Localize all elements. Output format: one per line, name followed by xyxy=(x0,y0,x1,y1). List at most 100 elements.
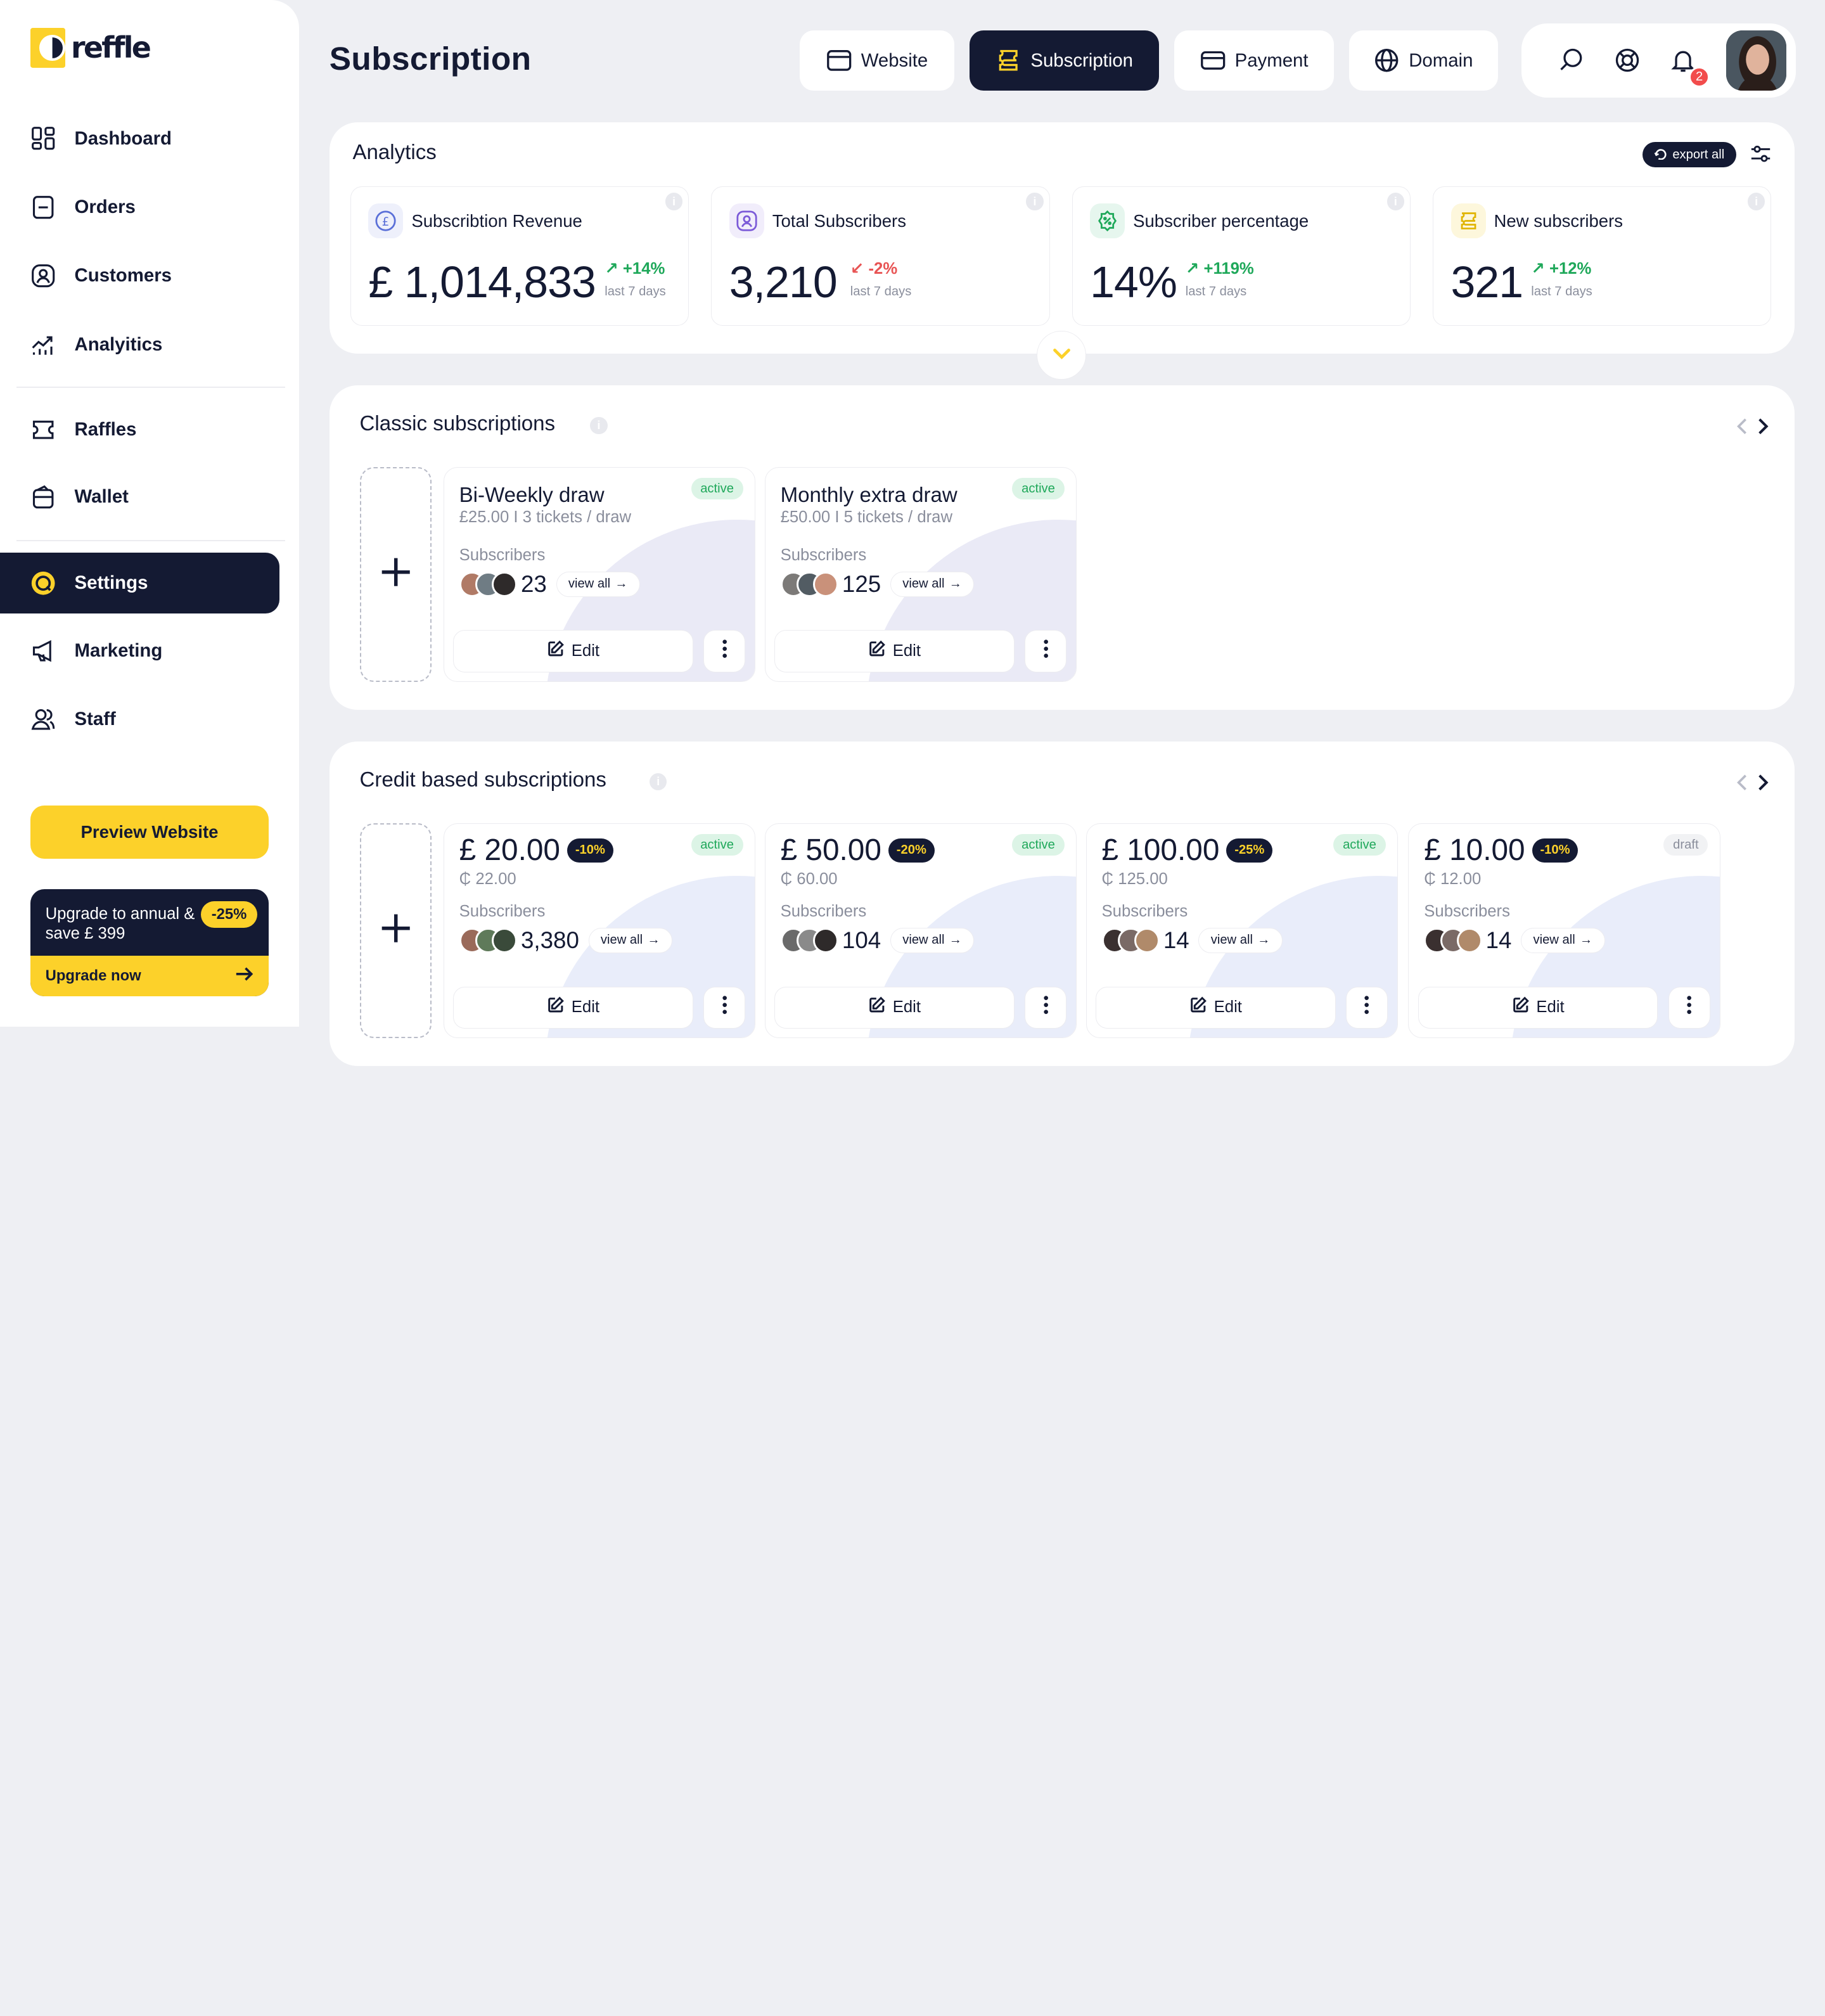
view-all-button[interactable]: view all → xyxy=(1198,928,1283,953)
upgrade-discount-badge: -25% xyxy=(201,901,257,928)
avatar xyxy=(813,571,839,598)
sidebar-item-orders[interactable]: Orders xyxy=(0,177,279,238)
more-options-button[interactable] xyxy=(1346,986,1388,1029)
staff-icon xyxy=(30,707,56,732)
classic-subscriptions-panel: Classic subscriptions i active Bi-Weekly… xyxy=(329,385,1795,710)
info-icon[interactable]: i xyxy=(590,416,608,435)
info-icon[interactable]: i xyxy=(1026,193,1044,210)
edit-label: Edit xyxy=(892,998,921,1017)
search-icon[interactable] xyxy=(1558,46,1585,74)
info-icon[interactable]: i xyxy=(649,773,667,791)
price-value: £ 10.00 xyxy=(1424,833,1525,868)
tab-label: Subscription xyxy=(1030,49,1134,71)
more-options-button[interactable] xyxy=(1025,630,1067,672)
export-all-button[interactable]: export all xyxy=(1642,142,1736,168)
sidebar-item-label: Settings xyxy=(74,572,148,594)
tab-subscription[interactable]: Subscription xyxy=(969,30,1160,91)
discount-badge: -25% xyxy=(1226,838,1273,863)
filter-icon[interactable] xyxy=(1750,144,1771,168)
view-all-button[interactable]: view all → xyxy=(1521,928,1605,953)
price-value: £ 50.00 xyxy=(780,833,881,868)
status-badge: active xyxy=(691,478,743,500)
edit-button[interactable]: Edit xyxy=(774,986,1015,1029)
edit-icon xyxy=(868,640,886,662)
collapse-analytics-button[interactable] xyxy=(1037,330,1086,380)
add-subscription-button[interactable] xyxy=(359,466,432,683)
arrow-right-icon: → xyxy=(1580,933,1593,947)
window-icon xyxy=(826,49,852,72)
price: £ 50.00 -20% xyxy=(781,833,935,868)
chevron-left-icon[interactable] xyxy=(1736,417,1748,440)
more-options-button[interactable] xyxy=(1025,986,1067,1029)
arrow-right-icon: → xyxy=(949,933,962,947)
sidebar-item-staff[interactable]: Staff xyxy=(0,689,279,750)
stat-card-revenue: £ Subscribtion Revenue i £ 1,014,833 ↗ +… xyxy=(350,186,689,326)
sidebar-item-settings[interactable]: Settings xyxy=(0,553,279,613)
subscribers-count: 125 xyxy=(842,570,881,597)
add-credit-subscription-button[interactable] xyxy=(359,823,432,1039)
status-badge: active xyxy=(1333,834,1386,856)
info-icon[interactable]: i xyxy=(1386,193,1405,210)
more-vertical-icon xyxy=(1687,996,1692,1019)
stat-change: ↗ +14% xyxy=(605,259,665,278)
edit-button[interactable]: Edit xyxy=(1096,986,1336,1029)
view-all-button[interactable]: view all → xyxy=(890,928,975,953)
logo-mark-icon xyxy=(30,28,65,68)
info-icon[interactable]: i xyxy=(665,193,683,210)
more-vertical-icon xyxy=(722,996,727,1019)
view-all-button[interactable]: view all → xyxy=(556,572,640,597)
stat-change-value: +119% xyxy=(1203,259,1254,278)
sidebar-item-customers[interactable]: Customers xyxy=(0,246,279,307)
notification-count-badge: 2 xyxy=(1689,66,1710,87)
chevron-right-icon[interactable] xyxy=(1757,773,1769,797)
user-avatar[interactable] xyxy=(1726,30,1787,91)
sidebar-item-wallet[interactable]: Wallet xyxy=(0,467,279,528)
more-options-button[interactable] xyxy=(703,630,746,672)
more-options-button[interactable] xyxy=(703,986,746,1029)
chevron-right-icon[interactable] xyxy=(1757,417,1769,440)
view-all-button[interactable]: view all → xyxy=(588,928,673,953)
arrow-right-icon: → xyxy=(1257,933,1271,947)
support-icon[interactable] xyxy=(1613,46,1641,74)
price-value: £ 100.00 xyxy=(1101,833,1220,868)
sidebar-item-analytics[interactable]: Analyitics xyxy=(0,314,279,375)
more-vertical-icon xyxy=(1043,639,1048,663)
more-vertical-icon xyxy=(1364,996,1369,1019)
edit-button[interactable]: Edit xyxy=(774,630,1015,672)
user-icon xyxy=(729,203,764,238)
info-icon[interactable]: i xyxy=(1747,193,1765,210)
sidebar-divider xyxy=(16,540,285,542)
tab-website[interactable]: Website xyxy=(799,30,955,91)
upgrade-now-button[interactable]: Upgrade now xyxy=(30,955,269,997)
subscribers-label: Subscribers xyxy=(459,546,546,565)
edit-button[interactable]: Edit xyxy=(453,630,693,672)
preview-website-button[interactable]: Preview Website xyxy=(30,805,269,859)
chevron-left-icon[interactable] xyxy=(1736,773,1748,797)
logo[interactable]: reffle xyxy=(30,28,151,68)
credit-amount: ₵ 60.00 xyxy=(780,870,838,888)
view-all-label: view all xyxy=(902,933,945,947)
more-options-button[interactable] xyxy=(1668,986,1710,1029)
sidebar-item-dashboard[interactable]: Dashboard xyxy=(0,108,279,169)
tab-payment[interactable]: Payment xyxy=(1174,30,1334,91)
tab-domain[interactable]: Domain xyxy=(1348,30,1498,91)
view-all-label: view all xyxy=(600,933,643,947)
price-value: £ 20.00 xyxy=(459,833,560,868)
stat-period: last 7 days xyxy=(850,285,912,299)
view-all-label: view all xyxy=(902,577,945,591)
tab-label: Website xyxy=(861,49,928,71)
sidebar-item-label: Raffles xyxy=(74,418,137,440)
edit-icon xyxy=(547,996,565,1018)
stat-title: New subscribers xyxy=(1494,211,1623,231)
subscription-name: Bi-Weekly draw xyxy=(459,484,605,508)
sidebar-item-raffles[interactable]: Raffles xyxy=(0,399,279,460)
sidebar-item-marketing[interactable]: Marketing xyxy=(0,620,279,681)
edit-icon xyxy=(868,996,886,1018)
edit-button[interactable]: Edit xyxy=(453,986,693,1029)
avatar xyxy=(813,927,839,954)
view-all-button[interactable]: view all → xyxy=(890,572,975,597)
edit-button[interactable]: Edit xyxy=(1418,986,1658,1029)
export-icon xyxy=(1654,146,1668,164)
credit-amount: ₵ 125.00 xyxy=(1101,870,1168,888)
subscribers-label: Subscribers xyxy=(780,902,867,921)
